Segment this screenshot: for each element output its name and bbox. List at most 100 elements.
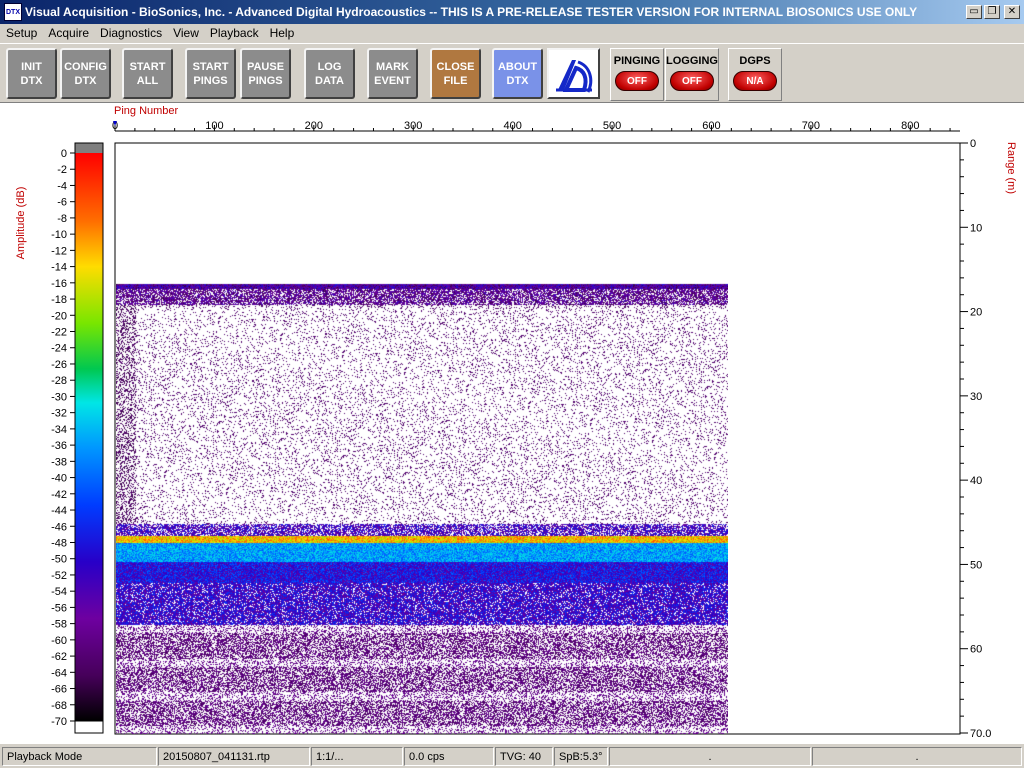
ping-ticks: 0100200300400500600700800 bbox=[112, 120, 960, 132]
amplitude-tick-label: 0 bbox=[61, 148, 67, 160]
range-tick-label: 30 bbox=[970, 391, 982, 403]
amplitude-tick-label: -38 bbox=[51, 456, 67, 468]
biosonics-logo-button[interactable] bbox=[547, 48, 600, 99]
amplitude-tick-label: -42 bbox=[51, 489, 67, 501]
amplitude-tick-label: -36 bbox=[51, 440, 67, 452]
colorbar-floor bbox=[74, 720, 104, 734]
amplitude-colorbar bbox=[74, 142, 104, 734]
minimize-button[interactable]: ▭ bbox=[966, 5, 982, 19]
pinging-indicator: PINGING OFF bbox=[610, 48, 664, 101]
app-icon-text: DTX bbox=[6, 8, 20, 16]
log-data-label-1: LOG bbox=[317, 60, 342, 73]
menu-setup[interactable]: Setup bbox=[6, 26, 37, 40]
ping-tick-label: 100 bbox=[205, 120, 223, 132]
range-tick-label: 20 bbox=[970, 307, 982, 319]
range-tick-label: 0 bbox=[970, 138, 976, 150]
logging-status-badge: OFF bbox=[670, 71, 714, 91]
config-dtx-label-2: DTX bbox=[74, 74, 97, 87]
amplitude-tick-label: -6 bbox=[57, 197, 67, 209]
menu-bar: Setup Acquire Diagnostics View Playback … bbox=[0, 24, 1024, 42]
amplitude-tick-label: -60 bbox=[51, 635, 67, 647]
amplitude-tick-label: -66 bbox=[51, 684, 67, 696]
colorbar-cap bbox=[75, 143, 103, 153]
pause-pings-button[interactable]: PAUSE PINGS bbox=[240, 48, 291, 99]
amplitude-tick-label: -64 bbox=[51, 667, 67, 679]
config-dtx-button[interactable]: CONFIG DTX bbox=[60, 48, 111, 99]
status-spb: SpB:5.3° bbox=[554, 747, 608, 766]
range-tick-label: 60 bbox=[970, 644, 982, 656]
about-dtx-label-2: DTX bbox=[506, 74, 529, 87]
close-file-button[interactable]: CLOSE FILE bbox=[430, 48, 481, 99]
amplitude-tick-label: -26 bbox=[51, 359, 67, 371]
echogram-panel: Ping Number Amplitude (dB) Range (m) 0 -2… bbox=[0, 102, 1024, 744]
amplitude-tick-label: -50 bbox=[51, 554, 67, 566]
amplitude-tick-label: -52 bbox=[51, 570, 67, 582]
menu-playback[interactable]: Playback bbox=[210, 26, 259, 40]
amplitude-tick-label: -28 bbox=[51, 375, 67, 387]
title-bar: DTX Visual Acquisition - BioSonics, Inc.… bbox=[0, 0, 1024, 24]
mark-event-label-2: EVENT bbox=[374, 74, 411, 87]
start-pings-label-1: START bbox=[192, 60, 229, 73]
window-title: Visual Acquisition - BioSonics, Inc. - A… bbox=[25, 5, 918, 19]
ping-axis-label: Ping Number bbox=[114, 105, 179, 117]
init-dtx-button[interactable]: INIT DTX bbox=[6, 48, 57, 99]
amplitude-tick-label: -12 bbox=[51, 245, 67, 257]
ping-tick-label: 600 bbox=[702, 120, 720, 132]
start-all-label-2: ALL bbox=[136, 74, 159, 87]
log-data-label-2: DATA bbox=[315, 74, 344, 87]
ping-tick-label: 200 bbox=[305, 120, 323, 132]
about-dtx-label-1: ABOUT bbox=[497, 60, 538, 73]
init-dtx-label-2: DTX bbox=[20, 74, 43, 87]
amplitude-tick-label: -68 bbox=[51, 700, 67, 712]
app-icon: DTX bbox=[4, 3, 22, 21]
amplitude-tick-label: -20 bbox=[51, 310, 67, 322]
pinging-status-badge: OFF bbox=[615, 71, 659, 91]
amplitude-tick-label: -58 bbox=[51, 619, 67, 631]
restore-button[interactable]: ❐ bbox=[984, 5, 1000, 19]
amplitude-tick-label: -54 bbox=[51, 586, 67, 598]
status-tvg: TVG: 40 bbox=[495, 747, 553, 766]
close-icon: ✕ bbox=[1007, 6, 1017, 17]
ping-tick-label: 400 bbox=[503, 120, 521, 132]
range-axis-label: Range (m) bbox=[1005, 142, 1017, 194]
status-cell-8: . bbox=[812, 747, 1022, 766]
range-tick-label: 10 bbox=[970, 222, 982, 234]
menu-acquire[interactable]: Acquire bbox=[48, 26, 89, 40]
about-dtx-button[interactable]: ABOUT DTX bbox=[492, 48, 543, 99]
start-pings-label-2: PINGS bbox=[193, 74, 228, 87]
status-file: 20150807_041131.rtp bbox=[158, 747, 310, 766]
start-all-label-1: START bbox=[129, 60, 166, 73]
amplitude-tick-label: -34 bbox=[51, 424, 67, 436]
log-data-button[interactable]: LOG DATA bbox=[304, 48, 355, 99]
menu-help[interactable]: Help bbox=[270, 26, 295, 40]
menu-view[interactable]: View bbox=[173, 26, 199, 40]
amplitude-tick-label: -8 bbox=[57, 213, 67, 225]
toolbar: INIT DTX CONFIG DTX START ALL START PING… bbox=[0, 43, 1024, 101]
start-all-button[interactable]: START ALL bbox=[122, 48, 173, 99]
status-bar: Playback Mode 20150807_041131.rtp 1:1/..… bbox=[0, 745, 1024, 768]
pause-pings-label-1: PAUSE bbox=[246, 60, 285, 73]
start-pings-button[interactable]: START PINGS bbox=[185, 48, 236, 99]
logging-label: LOGGING bbox=[666, 55, 718, 67]
ping-tick-label: 500 bbox=[603, 120, 621, 132]
mark-event-button[interactable]: MARK EVENT bbox=[367, 48, 418, 99]
biosonics-logo-icon bbox=[555, 59, 592, 93]
amplitude-tick-label: -32 bbox=[51, 408, 67, 420]
status-cell-7: . bbox=[609, 747, 811, 766]
pause-pings-label-2: PINGS bbox=[248, 74, 283, 87]
dgps-status-badge: N/A bbox=[733, 71, 777, 91]
dgps-label: DGPS bbox=[739, 55, 771, 67]
amplitude-axis-label: Amplitude (dB) bbox=[15, 187, 27, 260]
pinging-label: PINGING bbox=[613, 55, 661, 67]
amplitude-tick-label: -16 bbox=[51, 278, 67, 290]
close-button[interactable]: ✕ bbox=[1004, 5, 1020, 19]
amplitude-tick-label: -46 bbox=[51, 521, 67, 533]
status-rate: 0.0 cps bbox=[404, 747, 494, 766]
ping-tick-label: 700 bbox=[802, 120, 820, 132]
amplitude-ticks: 0 -2 -4 -6 -8 -10 -12 -14 -16 -18 -20 -22 -24 -26 -28 -… bbox=[51, 148, 75, 728]
ping-tick-label: 800 bbox=[901, 120, 919, 132]
range-tick-label: 40 bbox=[970, 475, 982, 487]
echogram-chart[interactable]: Ping Number Amplitude (dB) Range (m) 0 -2… bbox=[0, 103, 1024, 745]
menu-diagnostics[interactable]: Diagnostics bbox=[100, 26, 162, 40]
range-ticks: 0 10 20 30 40 50 60 70.0 bbox=[959, 138, 991, 740]
